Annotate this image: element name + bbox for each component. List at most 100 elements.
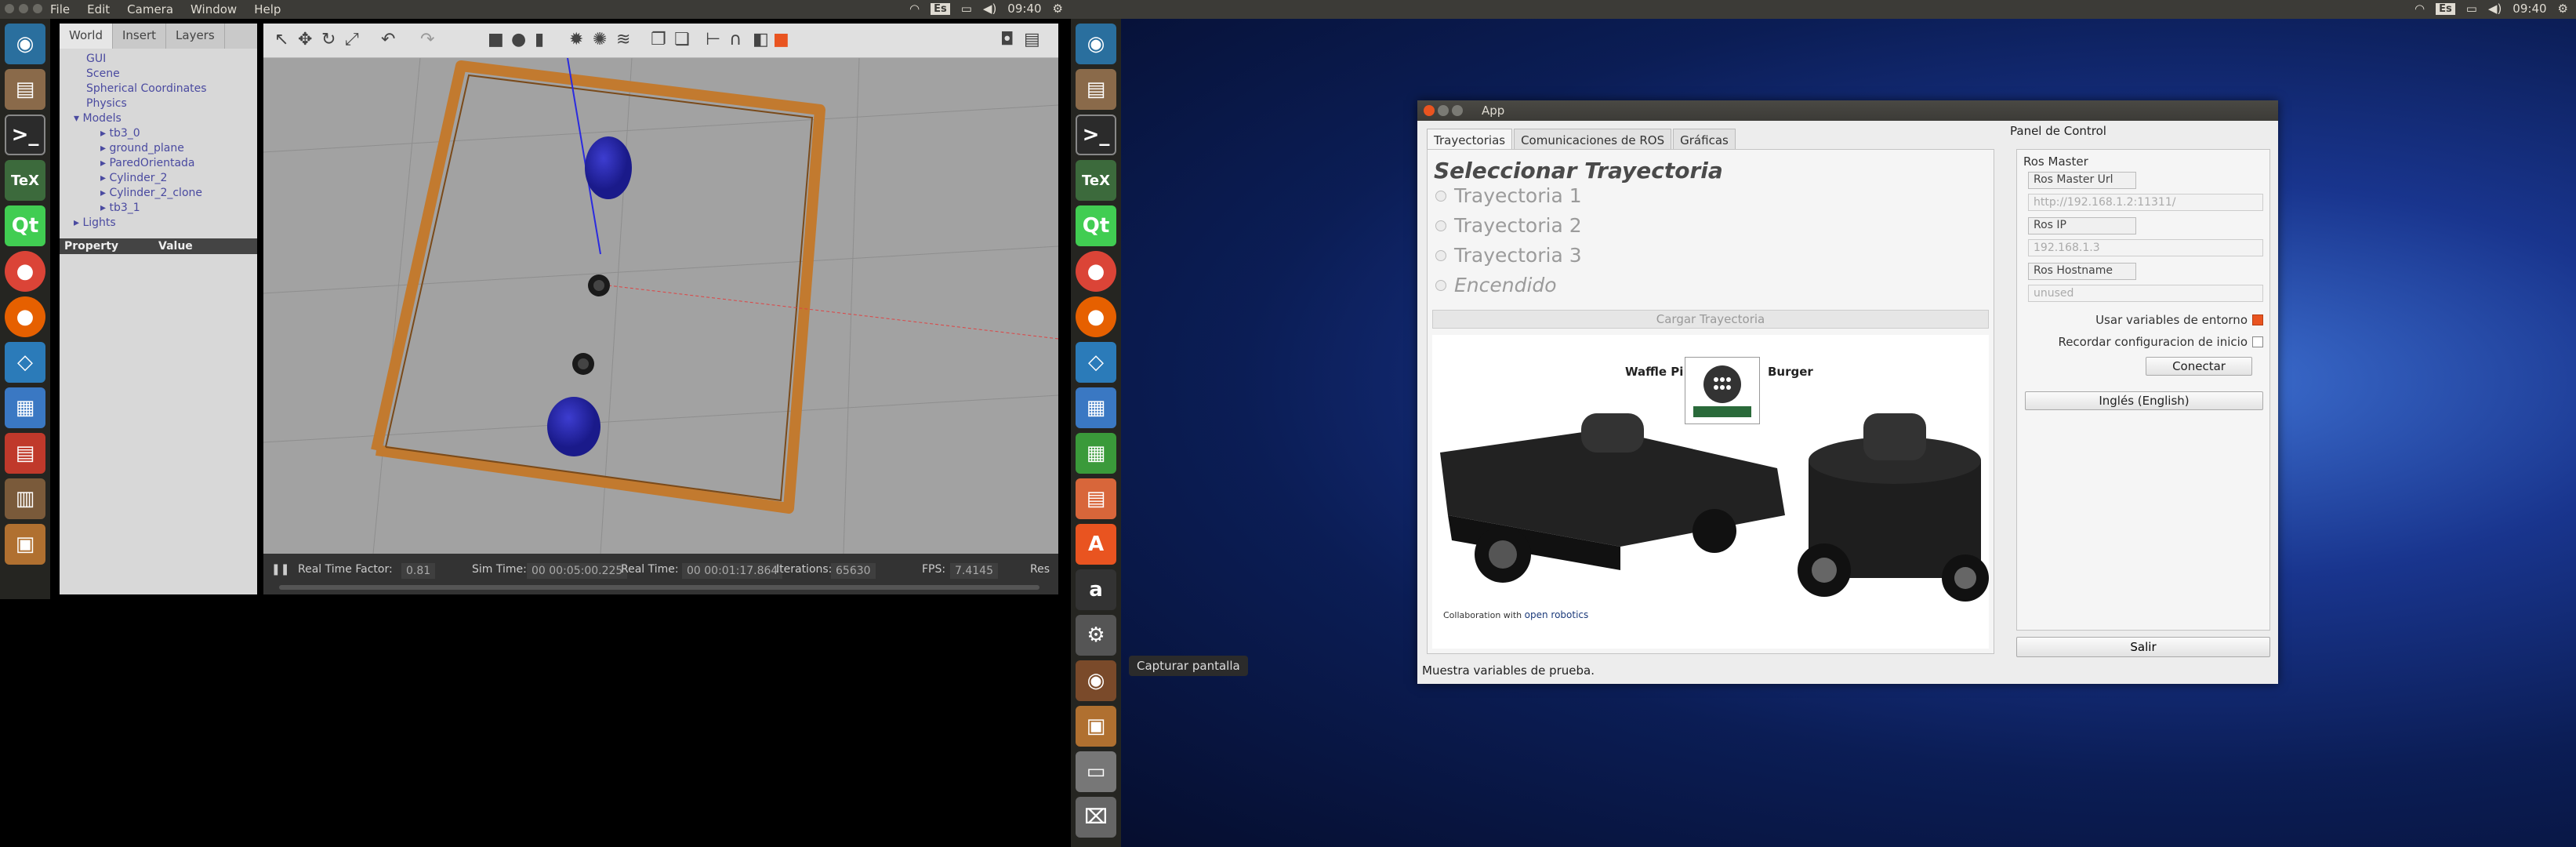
settings-icon[interactable]: ⚙ bbox=[1076, 615, 1116, 656]
tree-item[interactable]: Physics bbox=[66, 96, 251, 111]
language-button[interactable]: Inglés (English) bbox=[2025, 391, 2263, 410]
amazon-icon[interactable]: a bbox=[1076, 569, 1116, 610]
close-icon[interactable] bbox=[5, 4, 14, 13]
menu-camera[interactable]: Camera bbox=[127, 2, 173, 16]
box-shape-icon[interactable]: ■ bbox=[488, 30, 504, 49]
screenshot-app-icon[interactable]: ◉ bbox=[1076, 660, 1116, 701]
scale-icon[interactable]: ⤢ bbox=[345, 30, 359, 49]
package-icon[interactable]: ▣ bbox=[1076, 706, 1116, 747]
pause-icon[interactable]: ❚❚ bbox=[271, 563, 289, 576]
cylinder-shape-icon[interactable]: ▮ bbox=[535, 30, 544, 49]
clock[interactable]: 09:40 bbox=[1007, 2, 1041, 16]
change-view-icon[interactable]: ◧ bbox=[753, 30, 769, 49]
app-icon[interactable]: ▤ bbox=[5, 433, 45, 474]
salir-button[interactable]: Salir bbox=[2016, 637, 2270, 657]
files-icon[interactable]: ▤ bbox=[1076, 69, 1116, 110]
tree-item[interactable]: Scene bbox=[66, 67, 251, 82]
usar-variables-checkbox[interactable] bbox=[2252, 314, 2263, 325]
menu-edit[interactable]: Edit bbox=[87, 2, 110, 16]
vscode-icon[interactable]: ◇ bbox=[5, 342, 45, 383]
vscode-icon[interactable]: ◇ bbox=[1076, 342, 1116, 383]
record-icon[interactable]: ■ bbox=[773, 30, 789, 49]
window-titlebar[interactable]: App bbox=[1417, 100, 2278, 121]
wifi-icon[interactable]: ◠ bbox=[2415, 2, 2425, 16]
horizontal-scrollbar[interactable] bbox=[279, 585, 1039, 590]
volume-icon[interactable]: ◀) bbox=[983, 2, 996, 16]
menu-file[interactable]: File bbox=[50, 2, 70, 16]
menu-window[interactable]: Window bbox=[190, 2, 237, 16]
qt-creator-icon[interactable]: Qt bbox=[1076, 205, 1116, 246]
log-icon[interactable]: ▤ bbox=[1024, 30, 1040, 49]
chrome-icon[interactable]: ● bbox=[5, 251, 45, 292]
gear-icon[interactable]: ⚙ bbox=[2558, 2, 2568, 16]
terminal-icon[interactable]: >_ bbox=[1076, 115, 1116, 155]
reset-time-button[interactable]: Res bbox=[1030, 563, 1050, 576]
dash-icon[interactable]: ◉ bbox=[5, 24, 45, 64]
radio-trayectoria-1[interactable]: Trayectoria 1 bbox=[1435, 184, 1582, 207]
gear-icon[interactable]: ⚙ bbox=[1053, 2, 1063, 16]
minimize-icon[interactable] bbox=[19, 4, 28, 13]
files-icon[interactable]: ▤ bbox=[5, 69, 45, 110]
spot-light-icon[interactable]: ✺ bbox=[593, 30, 607, 49]
tab-insert[interactable]: Insert bbox=[113, 24, 167, 49]
maximize-icon[interactable] bbox=[33, 4, 42, 13]
cargar-trayectoria-button[interactable]: Cargar Trayectoria bbox=[1432, 310, 1989, 329]
wifi-icon[interactable]: ◠ bbox=[909, 2, 920, 16]
redo-icon[interactable]: ↷ bbox=[420, 30, 434, 49]
app-icon[interactable]: ▥ bbox=[5, 478, 45, 519]
menu-help[interactable]: Help bbox=[254, 2, 281, 16]
sphere-shape-icon[interactable]: ● bbox=[511, 30, 526, 49]
point-light-icon[interactable]: ✹ bbox=[569, 30, 583, 49]
trash-icon[interactable]: ⌧ bbox=[1076, 797, 1116, 838]
ros-ip-input[interactable]: 192.168.1.3 bbox=[2028, 239, 2263, 256]
tab-comunicaciones[interactable]: Comunicaciones de ROS bbox=[1514, 129, 1672, 151]
software-center-icon[interactable]: A bbox=[1076, 524, 1116, 565]
keyboard-layout[interactable]: Es bbox=[931, 2, 950, 15]
copy-icon[interactable]: ❐ bbox=[651, 30, 666, 49]
ros-master-url-input[interactable]: http://192.168.1.2:11311/ bbox=[2028, 194, 2263, 211]
maximize-icon[interactable] bbox=[1452, 105, 1463, 116]
texmaker-icon[interactable]: TeX bbox=[1076, 160, 1116, 201]
battery-icon[interactable]: ▭ bbox=[961, 2, 972, 16]
align-icon[interactable]: ⊢ bbox=[706, 30, 720, 49]
tree-item[interactable]: GUI bbox=[66, 52, 251, 67]
calc-icon[interactable]: ▦ bbox=[1076, 433, 1116, 474]
paste-icon[interactable]: ❏ bbox=[674, 30, 690, 49]
battery-icon[interactable]: ▭ bbox=[2466, 2, 2477, 16]
tab-trayectorias[interactable]: Trayectorias bbox=[1427, 129, 1513, 151]
rotate-icon[interactable]: ↻ bbox=[321, 30, 336, 49]
texmaker-icon[interactable]: TeX bbox=[5, 160, 45, 201]
gazebo-3d-viewport[interactable] bbox=[263, 57, 1059, 554]
minimize-icon[interactable] bbox=[1438, 105, 1449, 116]
ros-hostname-input[interactable]: unused bbox=[2028, 285, 2263, 302]
app-icon[interactable]: ▣ bbox=[5, 524, 45, 565]
snap-icon[interactable]: ∩ bbox=[729, 30, 742, 49]
terminal-icon[interactable]: >_ bbox=[5, 115, 45, 155]
impress-icon[interactable]: ▤ bbox=[1076, 478, 1116, 519]
firefox-icon[interactable]: ● bbox=[5, 296, 45, 337]
conectar-button[interactable]: Conectar bbox=[2146, 357, 2252, 376]
firefox-icon[interactable]: ● bbox=[1076, 296, 1116, 337]
dash-icon[interactable]: ◉ bbox=[1076, 24, 1116, 64]
chrome-icon[interactable]: ● bbox=[1076, 251, 1116, 292]
directional-light-icon[interactable]: ≋ bbox=[616, 30, 630, 49]
screenshot-icon[interactable]: ◘ bbox=[1000, 30, 1014, 49]
tab-graficas[interactable]: Gráficas bbox=[1673, 129, 1736, 151]
keyboard-layout[interactable]: Es bbox=[2436, 2, 2455, 15]
select-arrow-icon[interactable]: ↖ bbox=[274, 30, 288, 49]
radio-trayectoria-2[interactable]: Trayectoria 2 bbox=[1435, 214, 1582, 237]
clock[interactable]: 09:40 bbox=[2513, 2, 2546, 16]
radio-trayectoria-3[interactable]: Trayectoria 3 bbox=[1435, 244, 1582, 267]
close-icon[interactable] bbox=[1424, 105, 1435, 116]
writer-icon[interactable]: ▦ bbox=[5, 387, 45, 428]
volume-icon[interactable]: ◀) bbox=[2488, 2, 2502, 16]
translate-icon[interactable]: ✥ bbox=[298, 30, 312, 49]
undo-icon[interactable]: ↶ bbox=[381, 30, 395, 49]
tree-item[interactable]: Spherical Coordinates bbox=[66, 82, 251, 96]
radio-encendido[interactable]: Encendido bbox=[1435, 274, 1557, 296]
drive-icon[interactable]: ▭ bbox=[1076, 751, 1116, 792]
writer-icon[interactable]: ▦ bbox=[1076, 387, 1116, 428]
recordar-config-checkbox[interactable] bbox=[2252, 336, 2263, 347]
tab-layers[interactable]: Layers bbox=[166, 24, 225, 49]
tab-world[interactable]: World bbox=[60, 24, 113, 49]
